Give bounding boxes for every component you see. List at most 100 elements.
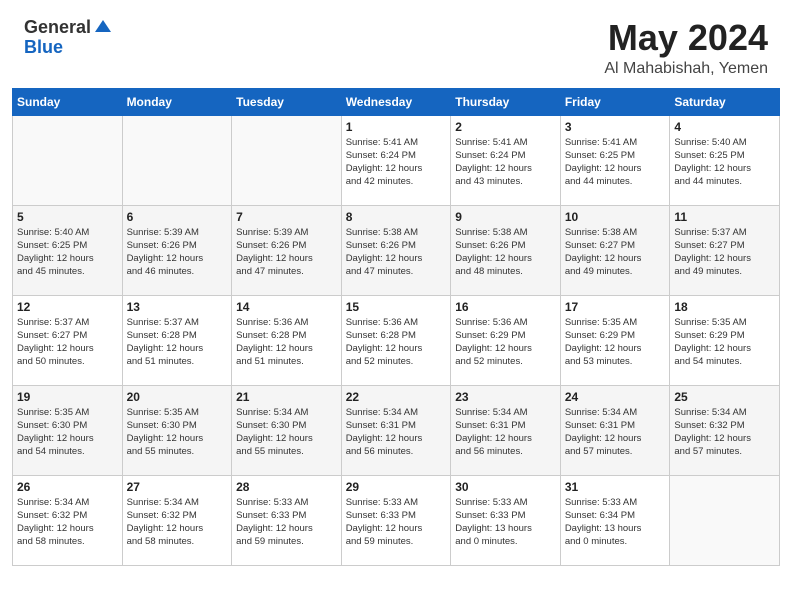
day-number: 24	[565, 390, 666, 404]
day-number: 31	[565, 480, 666, 494]
day-cell-30: 30 Sunrise: 5:33 AM Sunset: 6:33 PM Dayli…	[451, 475, 561, 565]
logo-blue-text: Blue	[24, 37, 63, 57]
empty-cell	[122, 115, 232, 205]
day-cell-28: 28 Sunrise: 5:33 AM Sunset: 6:33 PM Dayli…	[232, 475, 342, 565]
day-info: Sunrise: 5:33 AM Sunset: 6:33 PM Dayligh…	[455, 496, 556, 549]
day-number: 4	[674, 120, 775, 134]
day-cell-23: 23Sunrise: 5:34 AM Sunset: 6:31 PM Dayli…	[451, 385, 561, 475]
day-info: Sunrise: 5:38 AM Sunset: 6:26 PM Dayligh…	[346, 226, 447, 279]
day-cell-9: 9Sunrise: 5:38 AM Sunset: 6:26 PM Daylig…	[451, 205, 561, 295]
day-cell-12: 12Sunrise: 5:37 AM Sunset: 6:27 PM Dayli…	[13, 295, 123, 385]
empty-cell	[670, 475, 780, 565]
day-info: Sunrise: 5:35 AM Sunset: 6:30 PM Dayligh…	[127, 406, 228, 459]
day-info: Sunrise: 5:34 AM Sunset: 6:32 PM Dayligh…	[127, 496, 228, 549]
week-row-1: 1 Sunrise: 5:41 AM Sunset: 6:24 PM Daylig…	[13, 115, 780, 205]
day-info: Sunrise: 5:39 AM Sunset: 6:26 PM Dayligh…	[127, 226, 228, 279]
day-number: 29	[346, 480, 447, 494]
title-block: May 2024 Al Mahabishah, Yemen	[604, 18, 768, 78]
location-title: Al Mahabishah, Yemen	[604, 60, 768, 78]
day-info: Sunrise: 5:34 AM Sunset: 6:32 PM Dayligh…	[674, 406, 775, 459]
day-number: 21	[236, 390, 337, 404]
day-number: 20	[127, 390, 228, 404]
header-day-saturday: Saturday	[670, 88, 780, 115]
day-number: 3	[565, 120, 666, 134]
day-cell-20: 20 Sunrise: 5:35 AM Sunset: 6:30 PM Dayli…	[122, 385, 232, 475]
day-cell-26: 26 Sunrise: 5:34 AM Sunset: 6:32 PM Dayli…	[13, 475, 123, 565]
day-number: 12	[17, 300, 118, 314]
empty-cell	[232, 115, 342, 205]
day-number: 15	[346, 300, 447, 314]
day-number: 1	[346, 120, 447, 134]
day-number: 30	[455, 480, 556, 494]
day-number: 18	[674, 300, 775, 314]
day-cell-19: 19Sunrise: 5:35 AM Sunset: 6:30 PM Dayli…	[13, 385, 123, 475]
day-info: Sunrise: 5:36 AM Sunset: 6:28 PM Dayligh…	[236, 316, 337, 369]
day-cell-10: 10 Sunrise: 5:38 AM Sunset: 6:27 PM Dayli…	[560, 205, 670, 295]
day-number: 6	[127, 210, 228, 224]
day-cell-22: 22 Sunrise: 5:34 AM Sunset: 6:31 PM Dayli…	[341, 385, 451, 475]
day-info: Sunrise: 5:35 AM Sunset: 6:29 PM Dayligh…	[565, 316, 666, 369]
day-number: 22	[346, 390, 447, 404]
day-info: Sunrise: 5:40 AM Sunset: 6:25 PM Dayligh…	[674, 136, 775, 189]
day-number: 5	[17, 210, 118, 224]
day-cell-15: 15 Sunrise: 5:36 AM Sunset: 6:28 PM Dayli…	[341, 295, 451, 385]
day-number: 11	[674, 210, 775, 224]
header: General Blue May 2024 Al Mahabishah, Yem…	[0, 0, 792, 88]
day-number: 17	[565, 300, 666, 314]
day-number: 14	[236, 300, 337, 314]
day-number: 28	[236, 480, 337, 494]
month-title: May 2024	[604, 18, 768, 58]
week-row-2: 5 Sunrise: 5:40 AM Sunset: 6:25 PM Daylig…	[13, 205, 780, 295]
day-cell-17: 17 Sunrise: 5:35 AM Sunset: 6:29 PM Dayli…	[560, 295, 670, 385]
day-info: Sunrise: 5:37 AM Sunset: 6:27 PM Dayligh…	[674, 226, 775, 279]
week-row-3: 12Sunrise: 5:37 AM Sunset: 6:27 PM Dayli…	[13, 295, 780, 385]
day-number: 2	[455, 120, 556, 134]
calendar-body: 1 Sunrise: 5:41 AM Sunset: 6:24 PM Daylig…	[13, 115, 780, 565]
week-row-4: 19Sunrise: 5:35 AM Sunset: 6:30 PM Dayli…	[13, 385, 780, 475]
day-cell-14: 14 Sunrise: 5:36 AM Sunset: 6:28 PM Dayli…	[232, 295, 342, 385]
day-number: 16	[455, 300, 556, 314]
day-info: Sunrise: 5:36 AM Sunset: 6:29 PM Dayligh…	[455, 316, 556, 369]
day-cell-18: 18 Sunrise: 5:35 AM Sunset: 6:29 PM Dayli…	[670, 295, 780, 385]
day-info: Sunrise: 5:34 AM Sunset: 6:31 PM Dayligh…	[346, 406, 447, 459]
page-container: General Blue May 2024 Al Mahabishah, Yem…	[0, 0, 792, 578]
day-number: 23	[455, 390, 556, 404]
day-info: Sunrise: 5:35 AM Sunset: 6:30 PM Dayligh…	[17, 406, 118, 459]
header-day-friday: Friday	[560, 88, 670, 115]
day-info: Sunrise: 5:41 AM Sunset: 6:25 PM Dayligh…	[565, 136, 666, 189]
day-info: Sunrise: 5:34 AM Sunset: 6:32 PM Dayligh…	[17, 496, 118, 549]
day-cell-11: 11 Sunrise: 5:37 AM Sunset: 6:27 PM Dayli…	[670, 205, 780, 295]
day-info: Sunrise: 5:35 AM Sunset: 6:29 PM Dayligh…	[674, 316, 775, 369]
day-info: Sunrise: 5:41 AM Sunset: 6:24 PM Dayligh…	[455, 136, 556, 189]
day-cell-21: 21Sunrise: 5:34 AM Sunset: 6:30 PM Dayli…	[232, 385, 342, 475]
day-info: Sunrise: 5:38 AM Sunset: 6:27 PM Dayligh…	[565, 226, 666, 279]
header-day-sunday: Sunday	[13, 88, 123, 115]
day-cell-13: 13 Sunrise: 5:37 AM Sunset: 6:28 PM Dayli…	[122, 295, 232, 385]
day-cell-6: 6 Sunrise: 5:39 AM Sunset: 6:26 PM Daylig…	[122, 205, 232, 295]
day-cell-25: 25 Sunrise: 5:34 AM Sunset: 6:32 PM Dayli…	[670, 385, 780, 475]
day-cell-1: 1Sunrise: 5:41 AM Sunset: 6:24 PM Daylig…	[341, 115, 451, 205]
day-number: 26	[17, 480, 118, 494]
calendar-table: SundayMondayTuesdayWednesdayThursdayFrid…	[12, 88, 780, 566]
header-day-wednesday: Wednesday	[341, 88, 451, 115]
day-number: 10	[565, 210, 666, 224]
day-cell-5: 5 Sunrise: 5:40 AM Sunset: 6:25 PM Daylig…	[13, 205, 123, 295]
day-cell-31: 31Sunrise: 5:33 AM Sunset: 6:34 PM Dayli…	[560, 475, 670, 565]
header-day-thursday: Thursday	[451, 88, 561, 115]
day-cell-2: 2 Sunrise: 5:41 AM Sunset: 6:24 PM Daylig…	[451, 115, 561, 205]
day-number: 13	[127, 300, 228, 314]
day-cell-3: 3 Sunrise: 5:41 AM Sunset: 6:25 PM Daylig…	[560, 115, 670, 205]
logo-general-text: General	[24, 18, 91, 38]
day-cell-29: 29Sunrise: 5:33 AM Sunset: 6:33 PM Dayli…	[341, 475, 451, 565]
day-info: Sunrise: 5:40 AM Sunset: 6:25 PM Dayligh…	[17, 226, 118, 279]
day-number: 25	[674, 390, 775, 404]
day-number: 27	[127, 480, 228, 494]
day-info: Sunrise: 5:33 AM Sunset: 6:33 PM Dayligh…	[236, 496, 337, 549]
day-cell-7: 7Sunrise: 5:39 AM Sunset: 6:26 PM Daylig…	[232, 205, 342, 295]
day-info: Sunrise: 5:37 AM Sunset: 6:28 PM Dayligh…	[127, 316, 228, 369]
calendar-header: SundayMondayTuesdayWednesdayThursdayFrid…	[13, 88, 780, 115]
day-info: Sunrise: 5:39 AM Sunset: 6:26 PM Dayligh…	[236, 226, 337, 279]
day-cell-16: 16 Sunrise: 5:36 AM Sunset: 6:29 PM Dayli…	[451, 295, 561, 385]
day-cell-4: 4 Sunrise: 5:40 AM Sunset: 6:25 PM Daylig…	[670, 115, 780, 205]
day-info: Sunrise: 5:36 AM Sunset: 6:28 PM Dayligh…	[346, 316, 447, 369]
